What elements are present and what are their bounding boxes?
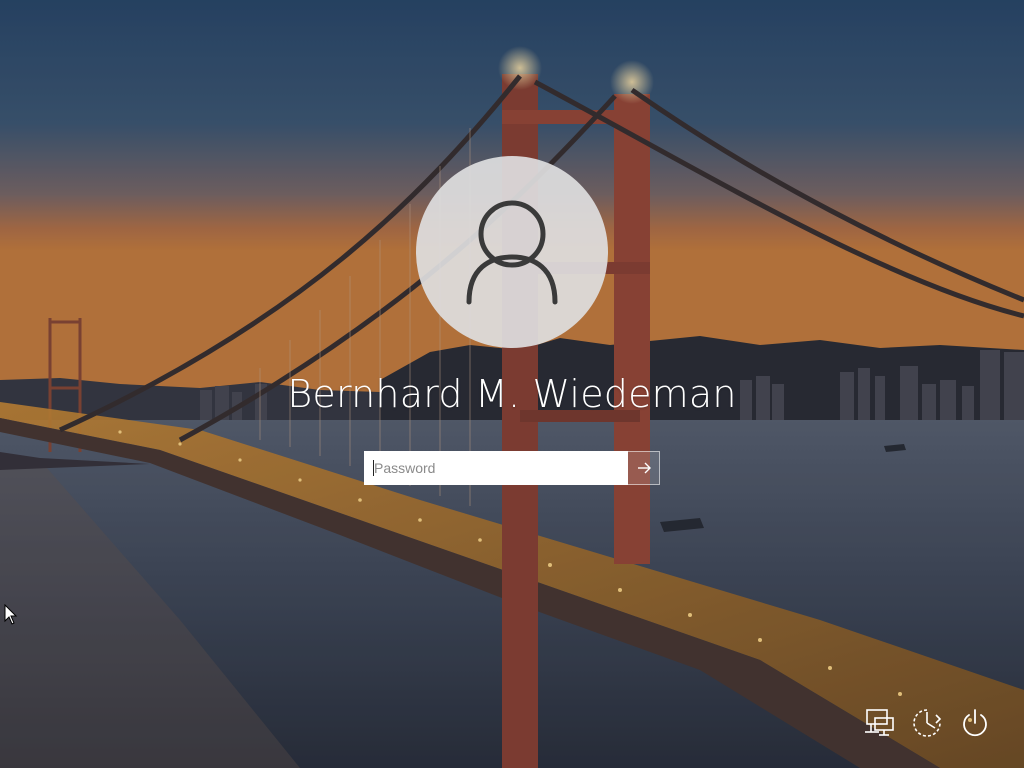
submit-password-button[interactable] bbox=[628, 451, 660, 485]
mouse-pointer-icon bbox=[4, 604, 18, 625]
power-button[interactable] bbox=[956, 704, 994, 742]
password-box bbox=[364, 451, 660, 485]
user-avatar bbox=[416, 156, 608, 348]
arrow-right-icon bbox=[637, 462, 651, 474]
ease-of-access-button[interactable] bbox=[908, 704, 946, 742]
network-button[interactable] bbox=[861, 704, 899, 742]
user-display-name: Bernhard M. Wiedeman bbox=[287, 372, 737, 416]
ease-of-access-icon bbox=[913, 709, 942, 737]
text-caret bbox=[373, 460, 374, 476]
power-icon bbox=[963, 709, 987, 737]
network-icon bbox=[865, 709, 894, 736]
user-silhouette-icon bbox=[466, 200, 558, 305]
password-input[interactable] bbox=[364, 451, 628, 485]
